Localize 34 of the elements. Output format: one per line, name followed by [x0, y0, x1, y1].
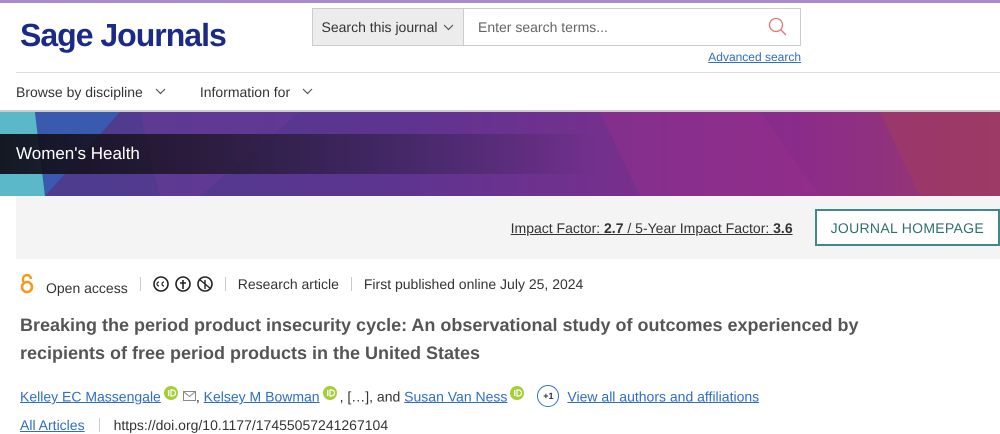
article-title: Breaking the period product insecurity cycle: An observational study of outcomes experienced by recipients of free period products in the United States: [20, 314, 860, 365]
chevron-down-icon: [302, 88, 314, 95]
access-label: Open access: [46, 280, 128, 296]
advanced-search-link[interactable]: Advanced search: [708, 50, 801, 64]
open-access-icon: [20, 274, 34, 294]
attribution-icon: [174, 276, 191, 292]
author-link[interactable]: Kelley EC Massengale: [20, 388, 161, 404]
impact-factor-text[interactable]: Impact Factor: 2.7 / 5-Year Impact Factor: 3.6: [510, 220, 793, 236]
orcid-icon[interactable]: [322, 386, 337, 400]
search-scope-dropdown[interactable]: Search this journal: [312, 8, 464, 46]
search-field[interactable]: Enter search terms...: [464, 8, 801, 46]
email-icon[interactable]: [182, 391, 196, 402]
chevron-down-icon: [443, 24, 454, 30]
author-separator: , […], and: [340, 388, 402, 404]
search-icon[interactable]: [768, 17, 788, 37]
orcid-icon[interactable]: [510, 386, 524, 400]
non-commercial-icon: [196, 276, 213, 292]
nav-menu[interactable]: Information for: [200, 84, 314, 100]
article-type: Research article: [238, 276, 339, 292]
orcid-icon[interactable]: [164, 386, 178, 400]
author-link[interactable]: Susan Van Ness: [404, 388, 508, 404]
chevron-down-icon: [154, 88, 166, 95]
author-separator: ,: [196, 388, 201, 404]
doi-text: https://doi.org/10.1177/17455057241267104: [114, 417, 388, 434]
logo[interactable]: Sage Journals: [20, 17, 312, 54]
journal-homepage-button[interactable]: JOURNAL HOMEPAGE: [814, 209, 1000, 246]
all-articles-link[interactable]: All Articles: [20, 417, 85, 434]
more-authors-button[interactable]: +1: [537, 385, 560, 408]
creative-commons-icon: [152, 276, 169, 292]
view-all-authors-link[interactable]: View all authors and affiliations: [567, 388, 760, 404]
journal-title: Women's Health: [16, 144, 140, 164]
nav-menu[interactable]: Browse by discipline: [16, 84, 166, 100]
author-link[interactable]: Kelsey M Bowman: [204, 388, 320, 404]
publish-date: First published online July 25, 2024: [364, 276, 584, 292]
